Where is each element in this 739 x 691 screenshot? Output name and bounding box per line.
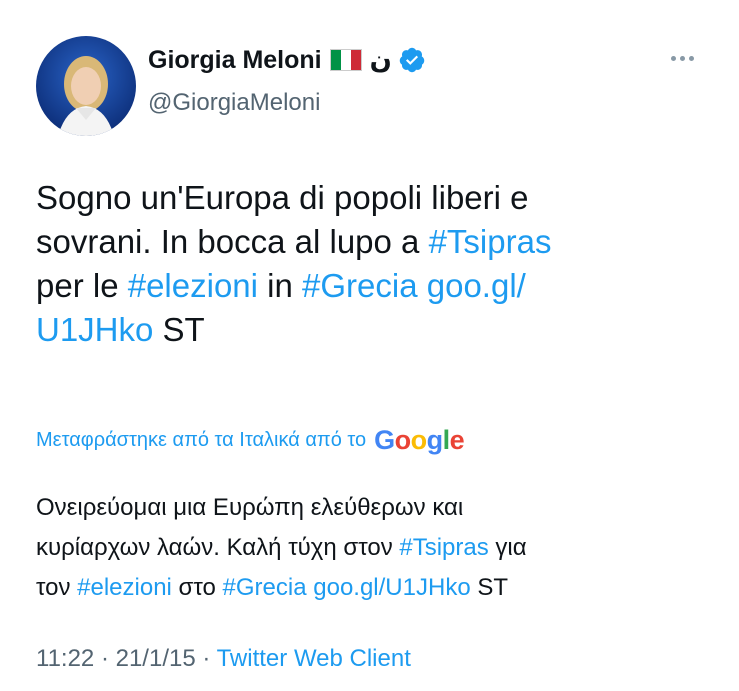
google-logo: Google <box>374 425 465 455</box>
text-segment: στο <box>171 574 223 601</box>
dot <box>680 56 685 61</box>
text-segment: Sogno un'Europa di popoli liberi e <box>36 179 529 216</box>
text-segment: per le <box>36 267 128 304</box>
text-segment <box>418 267 427 304</box>
avatar[interactable] <box>36 36 136 136</box>
translated-by[interactable]: Μεταφράστηκε από τα Ιταλικά από το Googl… <box>36 425 465 456</box>
separator: · <box>94 645 116 672</box>
hashtag-link[interactable]: #Tsipras <box>399 534 488 561</box>
tweet-line: per le #elezioni in #Grecia goo.gl/ <box>36 264 716 308</box>
tweet-source[interactable]: Twitter Web Client <box>217 645 411 672</box>
tweet-line: U1JHko ST <box>36 308 716 352</box>
url-link[interactable]: U1JHko <box>36 311 153 348</box>
hashtag-link[interactable]: #Tsipras <box>429 223 552 260</box>
translated-line: κυρίαρχων λαών. Καλή τύχη στον #Tsipras … <box>36 528 716 568</box>
text-segment: κυρίαρχων λαών. Καλή τύχη στον <box>36 534 400 561</box>
nun-symbol: ن <box>369 45 392 75</box>
translated-line: τον #elezioni στο #Grecia goo.gl/U1JHko … <box>36 568 716 608</box>
text-segment: τον <box>36 574 78 601</box>
author-name[interactable]: Giorgia Meloni <box>148 46 322 75</box>
hashtag-link[interactable]: #elezioni <box>77 574 172 601</box>
verified-badge-icon <box>399 47 425 73</box>
separator: · <box>195 645 217 672</box>
avatar-image <box>36 36 136 136</box>
translated-label: Μεταφράστηκε από τα Ιταλικά από το <box>36 429 367 451</box>
italy-flag-icon <box>329 49 362 71</box>
hashtag-link[interactable]: #Grecia <box>302 267 418 304</box>
url-link[interactable]: goo.gl/U1JHko <box>313 574 470 601</box>
text-segment: για <box>488 534 527 561</box>
author-handle[interactable]: @GiorgiaMeloni <box>148 89 320 117</box>
tweet-meta: 11:22 · 21/1/15 · Twitter Web Client <box>36 645 411 673</box>
text-segment: sovrani. In bocca al lupo a <box>36 223 429 260</box>
tweet-time[interactable]: 11:22 <box>36 645 94 672</box>
dot <box>671 56 676 61</box>
hashtag-link[interactable]: #elezioni <box>128 267 258 304</box>
translated-text: Ονειρεύομαι μια Ευρώπη ελεύθερων και κυρ… <box>36 488 716 608</box>
url-link[interactable]: goo.gl/ <box>427 267 526 304</box>
dot <box>689 56 694 61</box>
tweet-line: sovrani. In bocca al lupo a #Tsipras <box>36 220 716 264</box>
tweet-line: Sogno un'Europa di popoli liberi e <box>36 176 716 220</box>
tweet-text: Sogno un'Europa di popoli liberi e sovra… <box>36 176 716 352</box>
tweet-date[interactable]: 21/1/15 <box>116 645 196 672</box>
more-options-icon[interactable] <box>671 56 694 61</box>
text-segment: Ονειρεύομαι μια Ευρώπη ελεύθερων και <box>36 494 464 521</box>
translated-line: Ονειρεύομαι μια Ευρώπη ελεύθερων και <box>36 488 716 528</box>
text-segment: in <box>257 267 303 304</box>
hashtag-link[interactable]: #Grecia <box>223 574 307 601</box>
text-segment: ST <box>153 311 205 348</box>
text-segment: ST <box>470 574 509 601</box>
